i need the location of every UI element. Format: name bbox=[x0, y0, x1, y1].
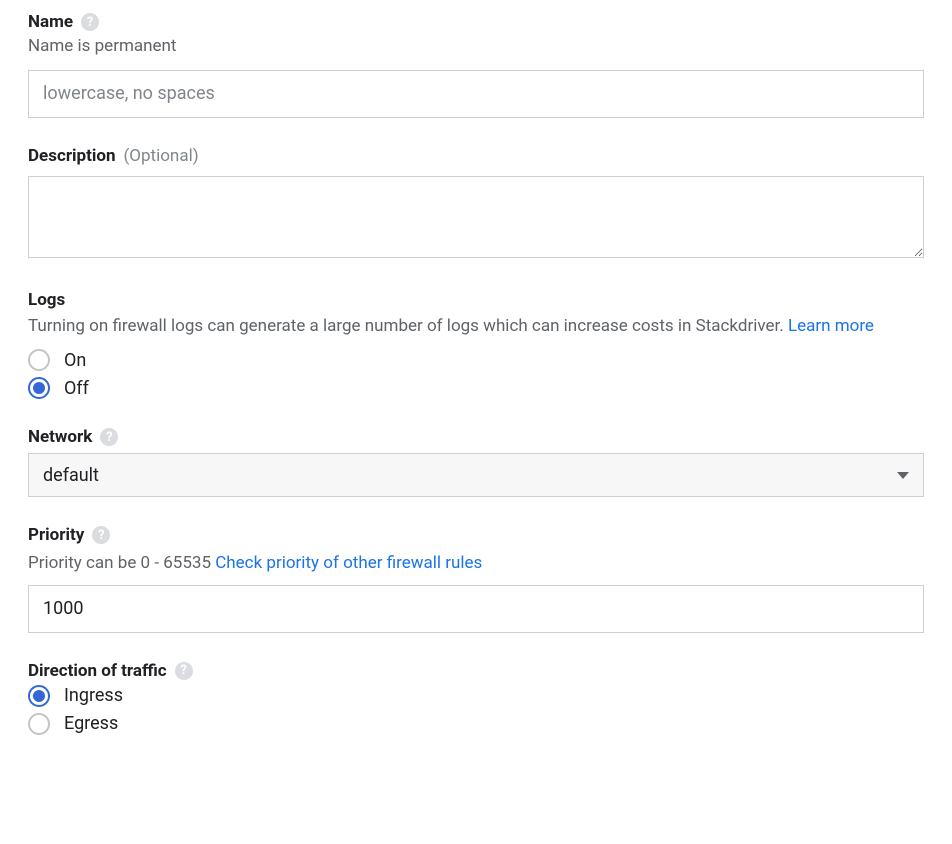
priority-label-row: Priority ? bbox=[28, 525, 924, 545]
help-icon[interactable]: ? bbox=[100, 428, 118, 446]
radio-icon bbox=[28, 713, 50, 735]
radio-icon bbox=[28, 377, 50, 399]
logs-radio-off[interactable]: Off bbox=[28, 377, 924, 399]
direction-radio-egress[interactable]: Egress bbox=[28, 713, 924, 735]
direction-label: Direction of traffic bbox=[28, 661, 167, 681]
priority-help-prefix: Priority can be 0 - 65535 bbox=[28, 553, 211, 573]
logs-label: Logs bbox=[28, 290, 65, 310]
network-label-row: Network ? bbox=[28, 427, 924, 447]
chevron-down-icon bbox=[897, 472, 909, 479]
priority-label: Priority bbox=[28, 525, 84, 545]
network-value: default bbox=[43, 465, 99, 486]
logs-learn-more-link[interactable]: Learn more bbox=[788, 316, 874, 336]
name-help-text: Name is permanent bbox=[28, 34, 924, 60]
priority-check-link[interactable]: Check priority of other firewall rules bbox=[215, 553, 482, 573]
network-select[interactable]: default bbox=[28, 453, 924, 497]
logs-help-span: Turning on firewall logs can generate a … bbox=[28, 316, 788, 336]
description-label-row: Description (Optional) bbox=[28, 146, 924, 166]
name-input[interactable] bbox=[28, 70, 924, 118]
radio-icon bbox=[28, 349, 50, 371]
name-label-row: Name ? bbox=[28, 12, 924, 32]
description-section: Description (Optional) bbox=[28, 146, 924, 262]
direction-section: Direction of traffic ? Ingress Egress bbox=[28, 661, 924, 735]
logs-label-row: Logs bbox=[28, 290, 924, 310]
direction-egress-label: Egress bbox=[64, 713, 118, 734]
priority-help-text: Priority can be 0 - 65535 Check priority… bbox=[28, 551, 924, 577]
name-label: Name bbox=[28, 12, 73, 32]
logs-help-text: Turning on firewall logs can generate a … bbox=[28, 314, 924, 340]
priority-section: Priority ? Priority can be 0 - 65535 Che… bbox=[28, 525, 924, 633]
direction-radio-ingress[interactable]: Ingress bbox=[28, 685, 924, 707]
description-label: Description bbox=[28, 146, 115, 166]
logs-off-label: Off bbox=[64, 378, 89, 399]
help-icon[interactable]: ? bbox=[92, 526, 110, 544]
description-optional: (Optional) bbox=[123, 146, 198, 166]
direction-radio-group: Ingress Egress bbox=[28, 685, 924, 735]
network-section: Network ? default bbox=[28, 427, 924, 497]
logs-radio-group: On Off bbox=[28, 349, 924, 399]
network-label: Network bbox=[28, 427, 92, 447]
description-input[interactable] bbox=[28, 176, 924, 258]
logs-radio-on[interactable]: On bbox=[28, 349, 924, 371]
help-icon[interactable]: ? bbox=[81, 13, 99, 31]
logs-on-label: On bbox=[64, 350, 86, 371]
logs-section: Logs Turning on firewall logs can genera… bbox=[28, 290, 924, 400]
priority-input[interactable] bbox=[28, 585, 924, 633]
direction-ingress-label: Ingress bbox=[64, 685, 123, 706]
name-section: Name ? Name is permanent bbox=[28, 12, 924, 118]
help-icon[interactable]: ? bbox=[175, 662, 193, 680]
radio-icon bbox=[28, 685, 50, 707]
direction-label-row: Direction of traffic ? bbox=[28, 661, 924, 681]
